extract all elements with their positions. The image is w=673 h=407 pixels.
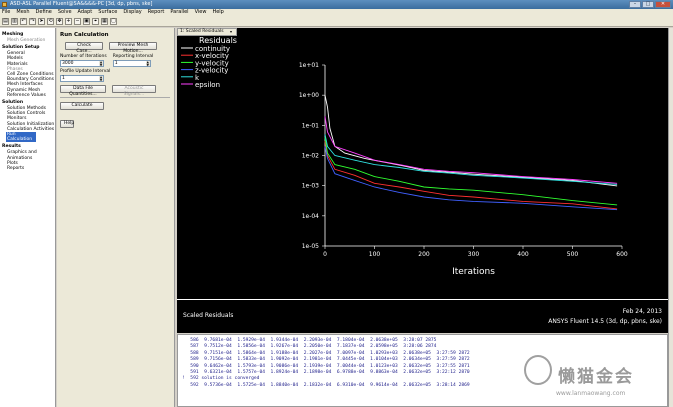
series-line-epsilon xyxy=(324,116,618,184)
task-page-title: Run Calculation xyxy=(60,32,109,38)
menu-parallel[interactable]: Parallel xyxy=(170,9,188,16)
reporting-interval-input[interactable]: 1 ▲ ▼ xyxy=(112,60,151,67)
vertical-scrollbar[interactable] xyxy=(668,28,673,407)
plot-date: Feb 24, 2013 xyxy=(622,308,662,315)
redo-icon[interactable]: ↷ xyxy=(29,18,36,25)
site-watermark: 懒猫金会 www.lanmaowang.com xyxy=(520,352,670,404)
residuals-plot: 1e+01 1e+00 1e-01 1e-02 1e-03 1e-04 1e-05 0 100 2… xyxy=(181,36,628,277)
x-tick-label: 0 xyxy=(323,251,327,258)
y-tick-label: 1e-01 xyxy=(302,122,319,129)
data-file-quantities-button[interactable]: Data File Quantities... xyxy=(60,85,106,97)
menu-display[interactable]: Display xyxy=(123,9,141,16)
iterations-input[interactable]: 3000 ▲ ▼ xyxy=(60,60,104,67)
title-bar: ASD-ASL Parallel Fluent@SA&&&&-PC [3d, d… xyxy=(0,0,673,9)
legend-entry-epsilon: epsilon xyxy=(195,81,220,89)
minimize-button[interactable]: – xyxy=(629,1,641,8)
graphics-window-label: 1: Scaled Residuals xyxy=(180,29,224,34)
open-icon[interactable]: ▤ xyxy=(2,18,9,25)
maximize-button[interactable]: □ xyxy=(642,1,654,8)
close-button[interactable]: ✕ xyxy=(655,1,671,8)
chevron-down-icon[interactable]: ▾ xyxy=(230,30,235,35)
menu-bar: File Mesh Define Solve Adapt Surface Display Re… xyxy=(0,9,673,16)
x-axis-label: Iterations xyxy=(452,267,495,277)
fit-icon[interactable]: ▣ xyxy=(83,18,90,25)
tree-item-graphics-and-animations[interactable]: Graphics and Animations xyxy=(0,150,55,160)
window-controls: – □ ✕ xyxy=(629,1,671,8)
menu-adapt[interactable]: Adapt xyxy=(78,9,93,16)
x-tick-label: 200 xyxy=(418,251,430,258)
undo-icon[interactable]: ↶ xyxy=(20,18,27,25)
menu-report[interactable]: Report xyxy=(148,9,165,16)
check-case-button[interactable]: Check Case... xyxy=(65,42,103,54)
graphics-window[interactable]: 1e+01 1e+00 1e-01 1e-02 1e-03 1e-04 1e-05 0 100 2… xyxy=(177,28,668,333)
acoustic-signals-button: Acoustic Signals... xyxy=(112,85,156,97)
fluent-window: ASD-ASL Parallel Fluent@SA&&&&-PC [3d, d… xyxy=(0,0,673,407)
x-tick-label: 500 xyxy=(567,251,579,258)
watermark-url: www.lanmaowang.com xyxy=(556,390,626,397)
help-button[interactable]: Help xyxy=(60,120,74,128)
legend-title: Residuals xyxy=(199,36,237,45)
calculate-button[interactable]: Calculate xyxy=(60,102,104,110)
pan-icon[interactable]: ✥ xyxy=(56,18,63,25)
save-icon[interactable]: ▥ xyxy=(11,18,18,25)
iterations-spinner[interactable]: ▲ ▼ xyxy=(99,61,103,66)
probe-icon[interactable]: ⌖ xyxy=(92,18,99,25)
menu-surface[interactable]: Surface xyxy=(98,9,117,16)
cat-logo-icon xyxy=(524,355,552,385)
y-tick-label: 1e-04 xyxy=(302,213,319,220)
x-tick-label: 400 xyxy=(517,251,529,258)
navigation-tree: Meshing Mesh Generation Solution Setup Gene… xyxy=(0,28,56,407)
graphics-info-bar: Scaled Residuals Feb 24, 2013 ANSYS Flue… xyxy=(177,299,668,333)
preview-mesh-motion-button[interactable]: Preview Mesh Motion... xyxy=(109,42,157,54)
window-title: ASD-ASL Parallel Fluent@SA&&&&-PC [3d, d… xyxy=(10,1,153,7)
tree-item-run-calculation[interactable]: Run Calculation xyxy=(6,132,36,143)
rotate-icon[interactable]: ⟲ xyxy=(47,18,54,25)
run-calculation-panel: Run Calculation Check Case... Preview Me… xyxy=(57,28,175,407)
plot-version: ANSYS Fluent 14.5 (3d, dp, pbns, ske) xyxy=(548,318,662,325)
profile-update-spinner[interactable]: ▲ ▼ xyxy=(99,76,103,81)
series-line-y-velocity xyxy=(324,137,618,206)
y-tick-label: 1e+01 xyxy=(299,62,319,69)
series-line-z-velocity xyxy=(324,146,618,211)
fluent-app-icon xyxy=(2,2,7,7)
legend-entry-z-velocity: z-velocity xyxy=(195,67,228,75)
x-tick-label: 100 xyxy=(369,251,381,258)
x-tick-label: 300 xyxy=(468,251,480,258)
y-tick-label: 1e+00 xyxy=(299,92,319,99)
zoom-out-icon[interactable]: − xyxy=(74,18,81,25)
y-tick-label: 1e-02 xyxy=(302,153,319,160)
menu-view[interactable]: View xyxy=(195,9,207,16)
menu-help[interactable]: Help xyxy=(212,9,223,16)
y-tick-label: 1e-03 xyxy=(302,183,319,190)
reporting-interval-spinner[interactable]: ▲ ▼ xyxy=(145,61,150,66)
toolbar: ▤ ▥ ↶ ↷ ➤ ⟲ ✥ + − ▣ ⌖ ▦ ▢ xyxy=(0,16,673,27)
menu-file[interactable]: File xyxy=(2,9,10,16)
graphics-window-selector[interactable]: 1: Scaled Residuals ▾ xyxy=(177,28,237,36)
watermark-text: 懒猫金会 xyxy=(558,367,634,387)
menu-solve[interactable]: Solve xyxy=(58,9,72,16)
colormap-icon[interactable]: ▦ xyxy=(101,18,108,25)
menu-mesh[interactable]: Mesh xyxy=(16,9,29,16)
tree-item-reference-values[interactable]: Reference Values xyxy=(0,93,55,98)
menu-define[interactable]: Define xyxy=(36,9,52,16)
profile-update-input[interactable]: 1 ▲ ▼ xyxy=(60,75,104,82)
pointer-icon[interactable]: ➤ xyxy=(38,18,45,25)
zoom-in-icon[interactable]: + xyxy=(65,18,72,25)
x-tick-label: 600 xyxy=(616,251,628,258)
plot-caption: Scaled Residuals xyxy=(183,312,234,319)
y-tick-label: 1e-05 xyxy=(302,243,319,250)
window-icon[interactable]: ▢ xyxy=(110,18,117,25)
tree-item-mesh-generation[interactable]: Mesh Generation xyxy=(0,38,55,43)
tree-item-reports[interactable]: Reports xyxy=(0,166,55,171)
